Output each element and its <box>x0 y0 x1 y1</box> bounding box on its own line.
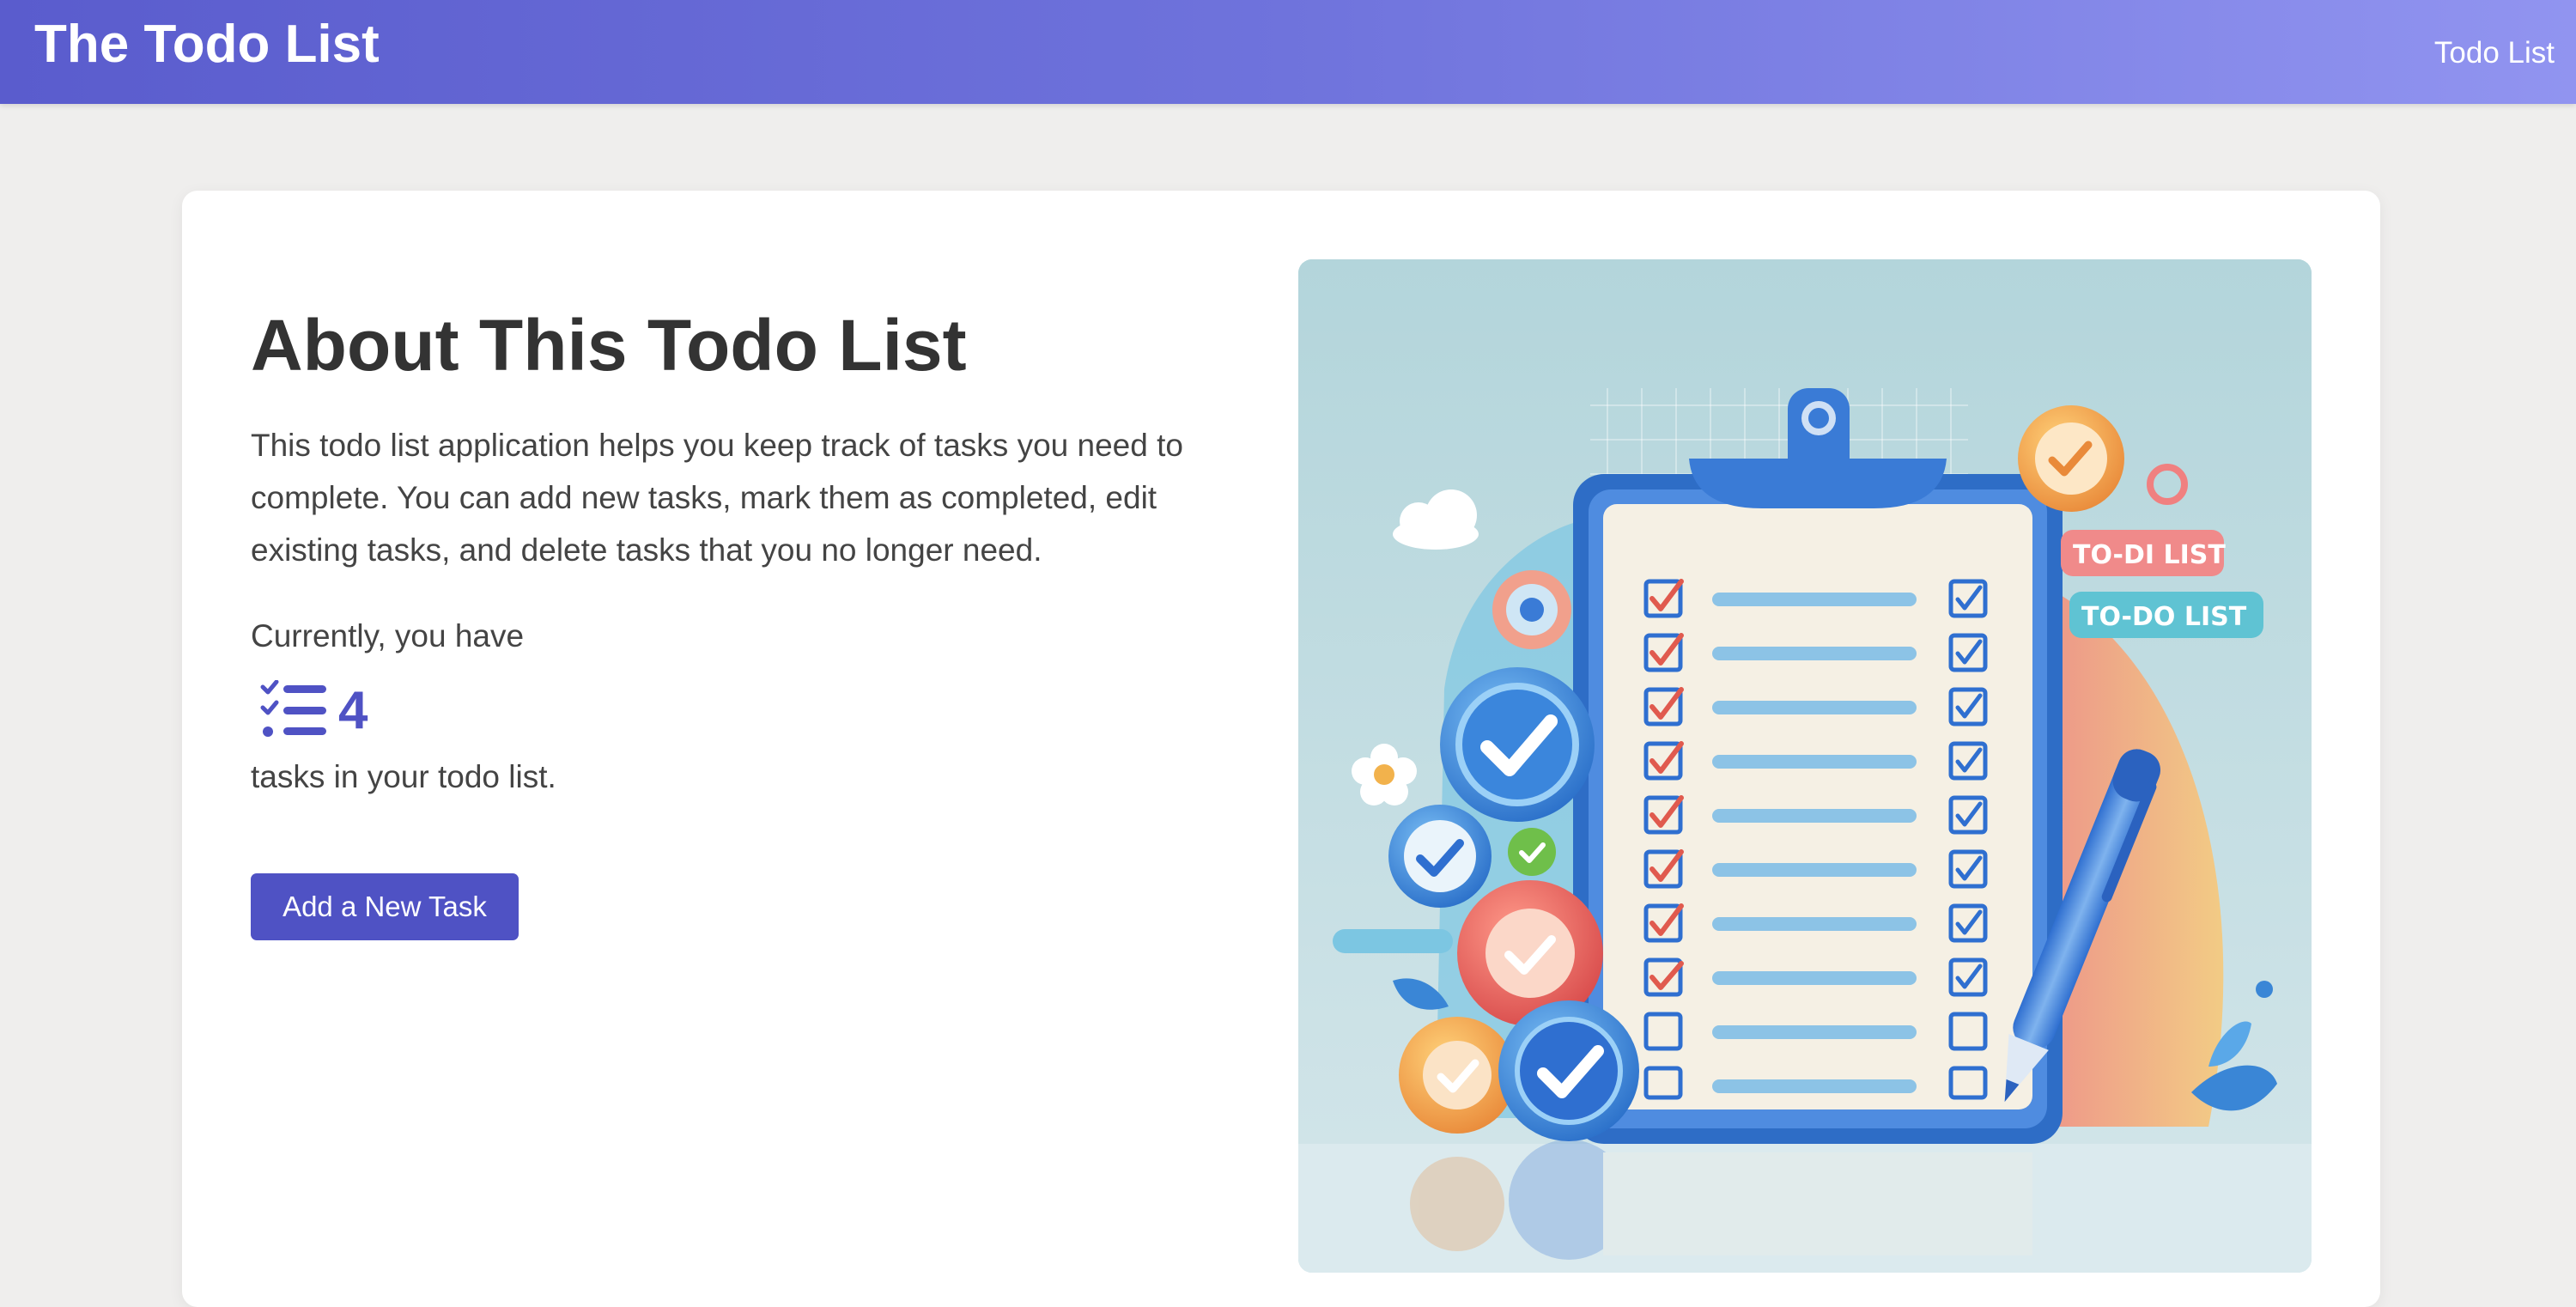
svg-text:TO-DI LIST: TO-DI LIST <box>2073 540 2226 570</box>
about-description: This todo list application helps you kee… <box>251 428 1183 568</box>
top-navbar: The Todo List Todo List <box>0 0 2576 104</box>
task-count-row: 4 <box>251 677 368 745</box>
svg-text:TO-DO LIST: TO-DO LIST <box>2081 602 2247 632</box>
clipboard-checklist-illustration: TO-DI LIST TO-DO LIST <box>1298 259 2312 1273</box>
app-title[interactable]: The Todo List <box>34 12 380 77</box>
list-check-icon <box>260 680 326 737</box>
add-task-button[interactable]: Add a New Task <box>251 873 519 940</box>
about-card: About This Todo List This todo list appl… <box>182 191 2380 1307</box>
page-title: About This Todo List <box>251 305 967 386</box>
task-count-lead: Currently, you have <box>251 618 525 654</box>
task-count: 4 <box>338 681 368 740</box>
task-count-tail: tasks in your todo list. <box>251 759 556 794</box>
nav-link-todo-list[interactable]: Todo List <box>2434 34 2555 72</box>
